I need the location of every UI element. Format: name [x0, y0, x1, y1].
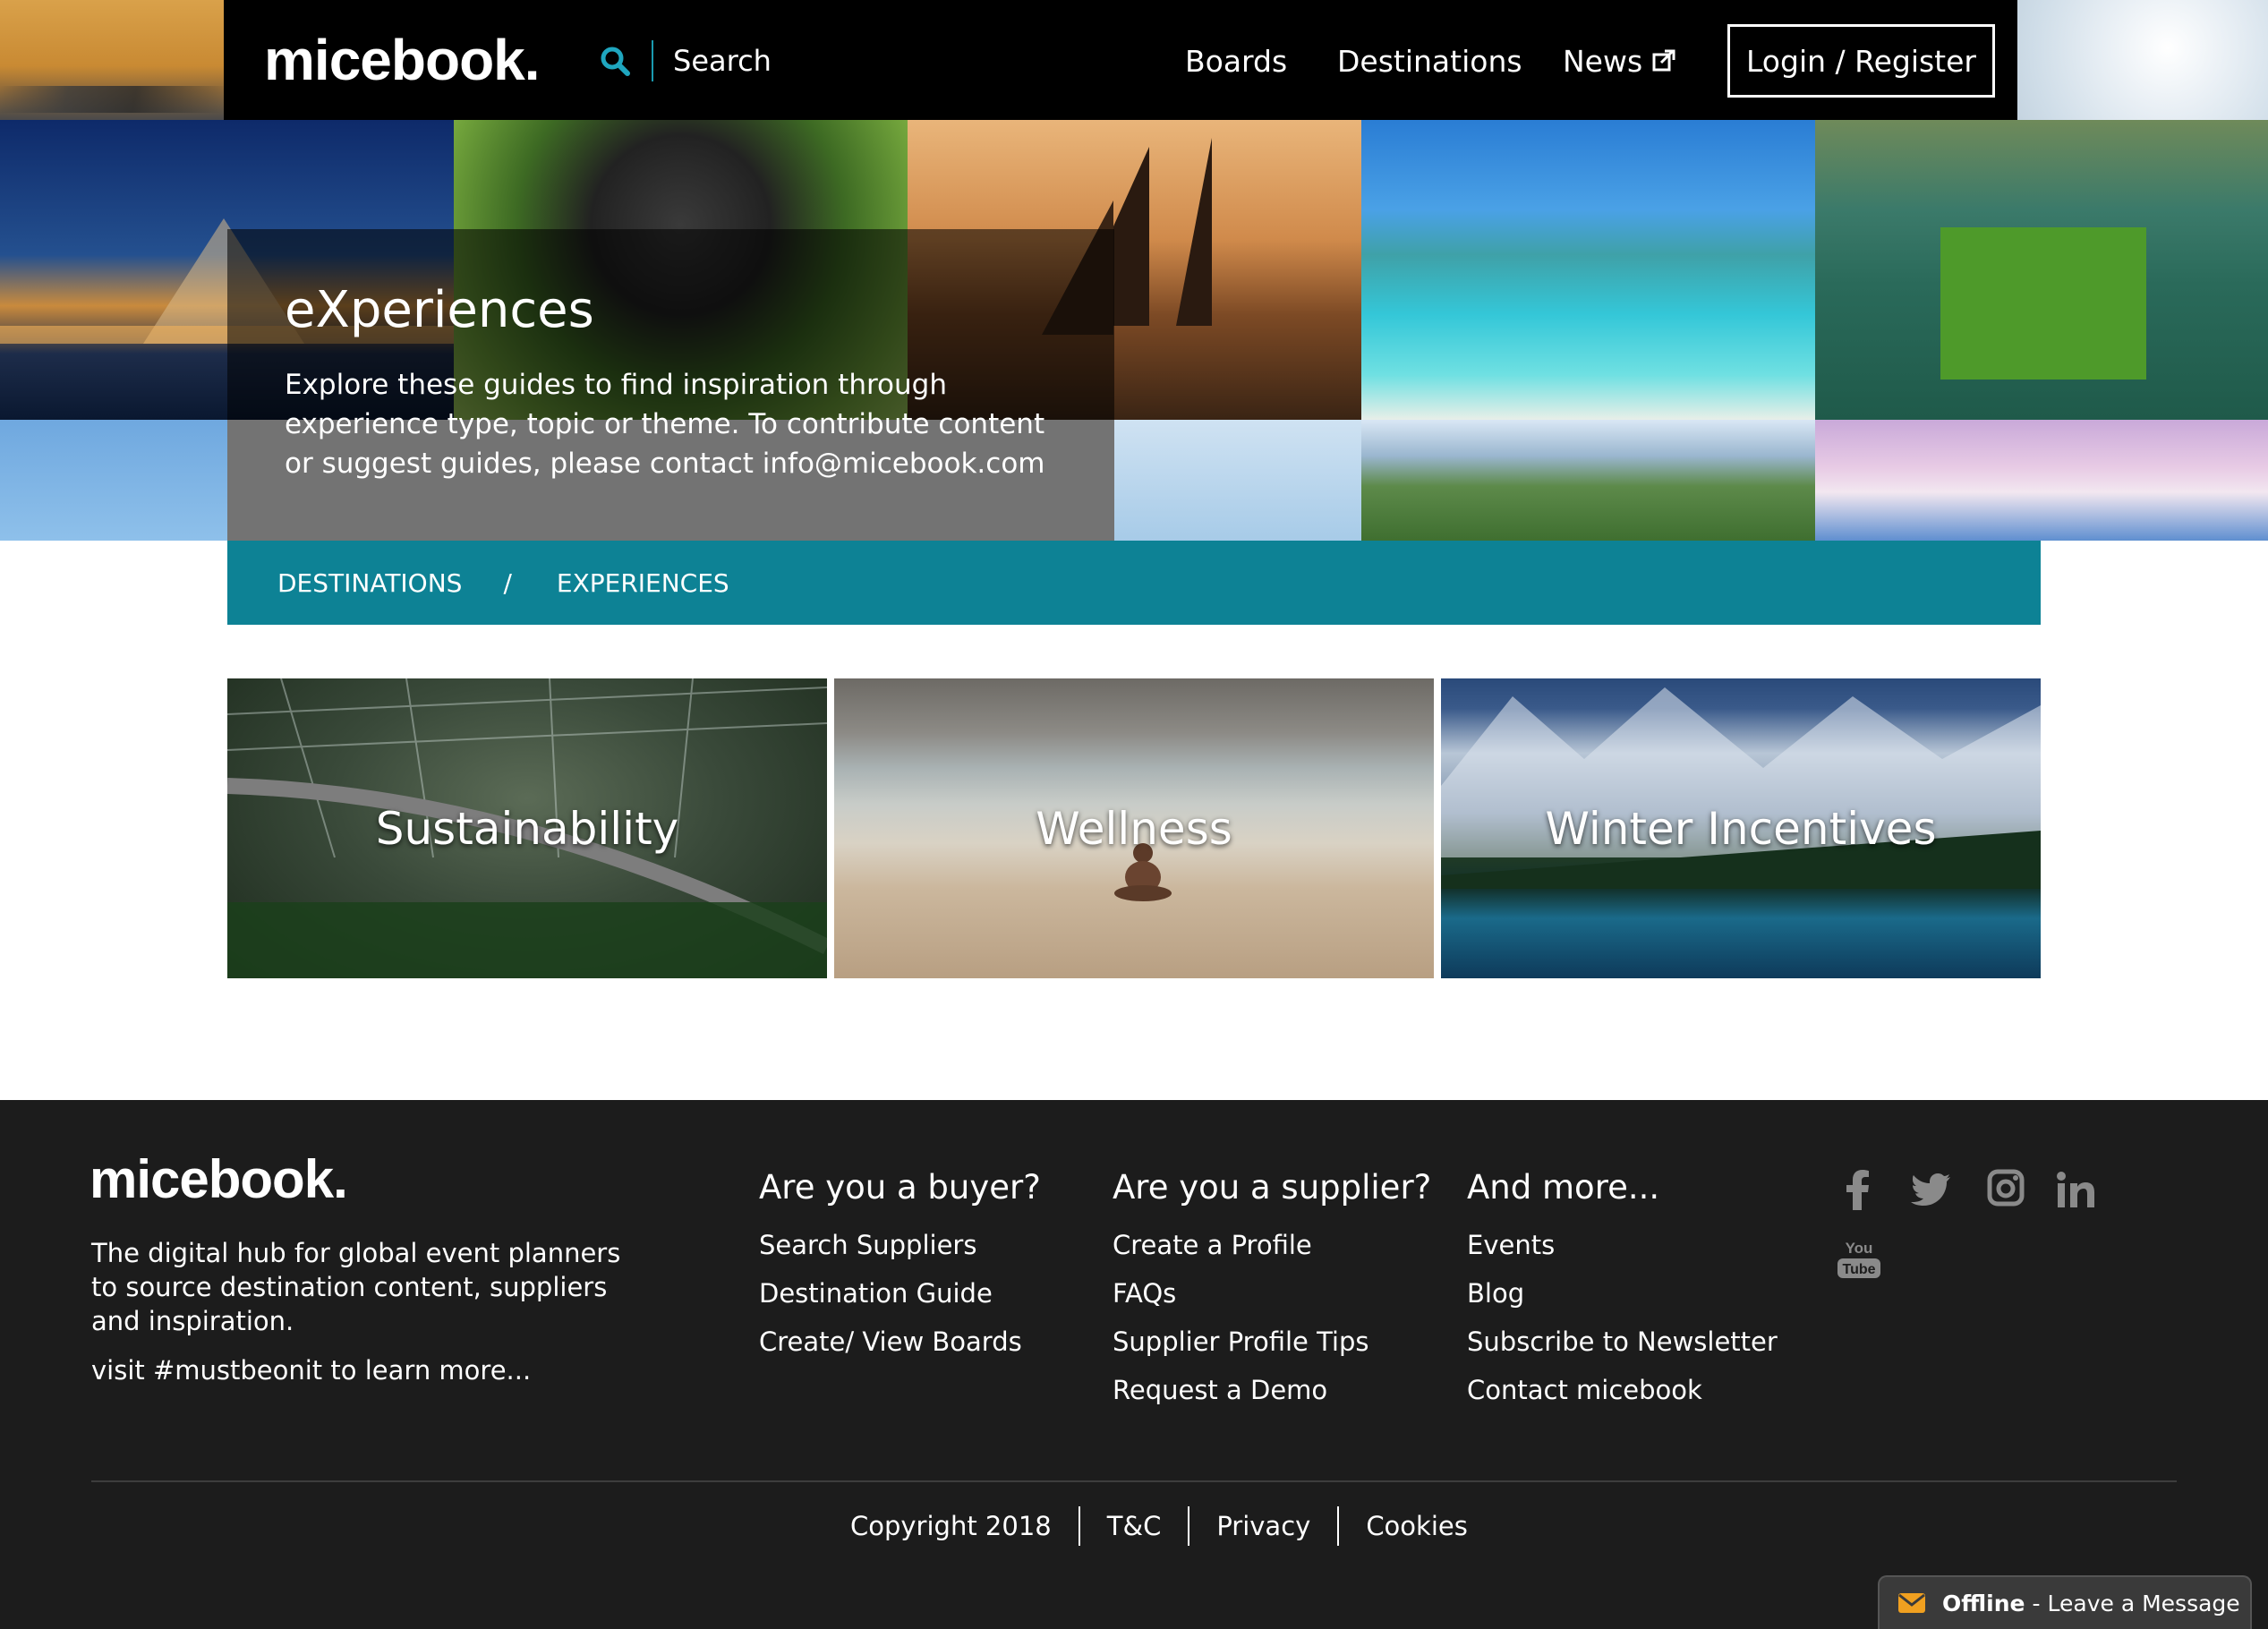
footer-link-subscribe-newsletter[interactable]: Subscribe to Newsletter	[1467, 1326, 1778, 1375]
legal-separator	[1188, 1506, 1190, 1546]
footer-link-events[interactable]: Events	[1467, 1230, 1778, 1278]
cookies-link[interactable]: Cookies	[1366, 1511, 1468, 1541]
breadcrumb-separator: /	[503, 567, 512, 598]
facebook-icon[interactable]	[1833, 1165, 1881, 1214]
hero-image-great-wall	[1361, 420, 1815, 541]
external-link-icon	[1651, 48, 1676, 73]
breadcrumb: DESTINATIONS / EXPERIENCES	[227, 541, 2041, 625]
hero-image-bora-bora	[1361, 120, 1815, 420]
chat-separator: -	[2032, 1590, 2041, 1616]
top-navigation-bar: micebook. Boards Destinations News Login…	[0, 0, 2268, 120]
hero-image-castle	[1815, 420, 2268, 541]
card-label: Winter Incentives	[1545, 802, 1937, 855]
login-register-button[interactable]: Login / Register	[1727, 24, 1995, 98]
footer-description: The digital hub for global event planner…	[91, 1238, 621, 1336]
footer-link-contact[interactable]: Contact micebook	[1467, 1375, 1778, 1423]
footer-heading: Are you a buyer?	[759, 1168, 1041, 1207]
nav-news-link[interactable]: News	[1563, 36, 1676, 86]
twitter-icon[interactable]	[1906, 1165, 1955, 1214]
legal-separator	[1078, 1506, 1080, 1546]
youtube-icon-text-tube: Tube	[1842, 1262, 1875, 1277]
footer-legal-bar: Copyright 2018 T&C Privacy Cookies	[850, 1499, 1468, 1553]
hero-image-tennis-stadium	[1815, 120, 2268, 420]
instagram-icon[interactable]	[1982, 1164, 2030, 1212]
youtube-icon[interactable]: You Tube	[1835, 1234, 1883, 1283]
page-title: eXperiences	[285, 281, 594, 339]
nav-boards-link[interactable]: Boards	[1185, 36, 1287, 86]
footer-heading: Are you a supplier?	[1113, 1168, 1432, 1207]
footer-logo[interactable]: micebook.	[90, 1148, 348, 1210]
footer-link-supplier-profile-tips[interactable]: Supplier Profile Tips	[1113, 1326, 1431, 1375]
hero-image-sky-left	[0, 420, 227, 541]
footer-column-supplier: Are you a supplier? Create a Profile FAQ…	[1113, 1168, 1431, 1423]
chat-message: Leave a Message	[2047, 1590, 2240, 1616]
copyright-text: Copyright 2018	[850, 1511, 1052, 1541]
privacy-link[interactable]: Privacy	[1216, 1511, 1310, 1541]
chat-status: Offline	[1942, 1590, 2025, 1616]
legal-separator	[1337, 1506, 1340, 1546]
site-footer: micebook. The digital hub for global eve…	[0, 1100, 2268, 1629]
card-sustainability[interactable]: Sustainability	[227, 678, 827, 978]
footer-link-destination-guide[interactable]: Destination Guide	[759, 1278, 1041, 1326]
linkedin-icon[interactable]	[2051, 1165, 2100, 1214]
footer-link-request-demo[interactable]: Request a Demo	[1113, 1375, 1431, 1423]
breadcrumb-experiences[interactable]: EXPERIENCES	[557, 568, 729, 598]
nav-destinations-link[interactable]: Destinations	[1337, 36, 1522, 86]
page-description: Explore these guides to find inspiration…	[285, 369, 1045, 480]
breadcrumb-destinations[interactable]: DESTINATIONS	[277, 568, 462, 598]
youtube-icon-text-you: You	[1846, 1240, 1873, 1257]
footer-column-more: And more... Events Blog Subscribe to New…	[1467, 1168, 1778, 1423]
footer-link-search-suppliers[interactable]: Search Suppliers	[759, 1230, 1041, 1278]
card-label: Wellness	[1036, 802, 1232, 855]
terms-link[interactable]: T&C	[1107, 1511, 1162, 1541]
card-wellness[interactable]: Wellness	[834, 678, 1434, 978]
chat-widget[interactable]: Offline - Leave a Message	[1878, 1575, 2252, 1629]
footer-column-buyer: Are you a buyer? Search Suppliers Destin…	[759, 1168, 1041, 1375]
footer-link-create-profile[interactable]: Create a Profile	[1113, 1230, 1431, 1278]
nav-news-label: News	[1563, 43, 1643, 79]
card-label: Sustainability	[375, 802, 679, 855]
envelope-icon	[1897, 1592, 1926, 1614]
hero-banner: eXperiences Explore these guides to find…	[0, 120, 2268, 541]
footer-visit-text: visit #mustbeonit to learn more...	[91, 1355, 532, 1386]
footer-link-faqs[interactable]: FAQs	[1113, 1278, 1431, 1326]
footer-heading: And more...	[1467, 1168, 1660, 1207]
footer-link-blog[interactable]: Blog	[1467, 1278, 1778, 1326]
card-winter-incentives[interactable]: Winter Incentives	[1441, 678, 2041, 978]
footer-link-create-view-boards[interactable]: Create/ View Boards	[759, 1326, 1041, 1375]
footer-divider	[91, 1480, 2177, 1482]
hero-image-sky-middle	[1114, 420, 1361, 541]
